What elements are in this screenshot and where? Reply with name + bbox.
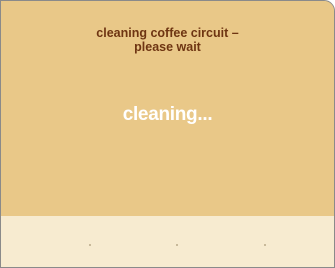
soft-key-left-indicator [89, 244, 91, 246]
soft-key-right-indicator [264, 244, 266, 246]
display-screen: cleaning coffee circuit – please wait cl… [1, 1, 334, 216]
machine-display: cleaning coffee circuit – please wait cl… [0, 0, 335, 268]
cleaning-status-text: cleaning... [122, 104, 213, 125]
screen-heading: cleaning coffee circuit – please wait [1, 26, 334, 54]
soft-key-middle[interactable] [152, 230, 202, 260]
heading-line-1: cleaning coffee circuit – [96, 26, 239, 40]
heading-line-2: please wait [134, 40, 201, 54]
soft-key-left[interactable] [65, 230, 115, 260]
soft-key-middle-indicator [176, 244, 178, 246]
soft-key-strip [1, 216, 334, 267]
soft-key-right[interactable] [240, 230, 290, 260]
